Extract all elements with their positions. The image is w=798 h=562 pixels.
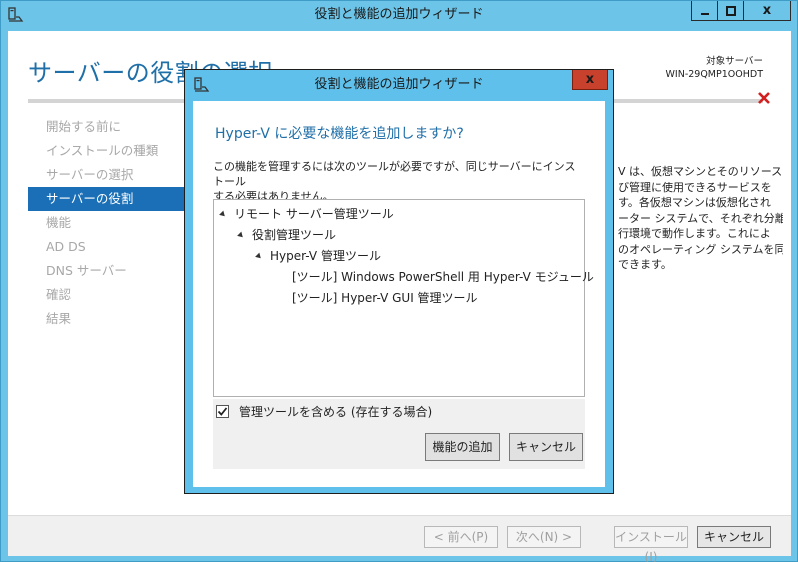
cancel-button[interactable]: キャンセル bbox=[697, 526, 771, 548]
step-results[interactable]: 結果 bbox=[28, 307, 188, 331]
tree-node[interactable]: Hyper-V 管理ツール bbox=[255, 246, 381, 266]
dialog-title: 役割と機能の追加ウィザード bbox=[314, 77, 484, 92]
wizard-footer: < 前へ(P) 次へ(N) > インストール(I) キャンセル bbox=[8, 515, 791, 562]
minimize-icon bbox=[700, 12, 709, 15]
server-manager-icon bbox=[194, 77, 210, 92]
target-server: 対象サーバー WIN-29QMP1OOHDT bbox=[666, 55, 763, 81]
prev-button[interactable]: < 前へ(P) bbox=[424, 526, 498, 548]
step-features[interactable]: 機能 bbox=[28, 211, 188, 235]
step-confirmation[interactable]: 確認 bbox=[28, 283, 188, 307]
window-titlebar[interactable]: 役割と機能の追加ウィザード bbox=[1, 1, 797, 31]
step-dns-server[interactable]: DNS サーバー bbox=[28, 259, 188, 283]
dialog-close-button[interactable]: x bbox=[572, 70, 608, 90]
window-title: 役割と機能の追加ウィザード bbox=[314, 7, 484, 22]
close-icon: x bbox=[762, 3, 772, 18]
minimize-button[interactable] bbox=[691, 1, 718, 21]
step-server-selection[interactable]: サーバーの選択 bbox=[28, 163, 188, 187]
expand-triangle-icon[interactable] bbox=[237, 231, 245, 239]
target-server-name: WIN-29QMP1OOHDT bbox=[665, 69, 763, 80]
include-tools-option[interactable]: 管理ツールを含める (存在する場合) bbox=[213, 399, 432, 423]
dialog-heading: Hyper-V に必要な機能を追加しますか? bbox=[215, 126, 464, 142]
dialog-content: Hyper-V に必要な機能を追加しますか? この機能を管理するには次のツールが… bbox=[193, 101, 605, 487]
include-tools-label: 管理ツールを含める (存在する場合) bbox=[239, 404, 433, 419]
tree-node[interactable]: [ツール] Hyper-V GUI 管理ツール bbox=[292, 288, 478, 308]
wizard-steps: 開始する前に インストールの種類 サーバーの選択 サーバーの役割 機能 AD D… bbox=[28, 115, 188, 331]
close-icon: x bbox=[585, 71, 595, 87]
step-ad-ds[interactable]: AD DS bbox=[28, 235, 188, 259]
maximize-button[interactable] bbox=[717, 1, 744, 21]
checkmark-icon bbox=[217, 406, 228, 416]
add-features-button[interactable]: 機能の追加 bbox=[425, 433, 500, 461]
tree-node[interactable]: [ツール] Windows PowerShell 用 Hyper-V モジュール bbox=[292, 267, 594, 287]
tree-node[interactable]: リモート サーバー管理ツール bbox=[219, 204, 394, 224]
close-button[interactable]: x bbox=[743, 1, 791, 21]
expand-triangle-icon[interactable] bbox=[219, 210, 227, 218]
step-before-you-begin[interactable]: 開始する前に bbox=[28, 115, 188, 139]
dialog-cancel-button[interactable]: キャンセル bbox=[509, 433, 583, 461]
dialog-actions: 管理ツールを含める (存在する場合) 機能の追加 キャンセル bbox=[213, 399, 585, 469]
feature-tree[interactable]: リモート サーバー管理ツール 役割管理ツール Hyper-V 管理ツール [ツー… bbox=[213, 199, 594, 397]
error-x-icon[interactable] bbox=[755, 89, 773, 107]
tree-node[interactable]: 役割管理ツール bbox=[237, 225, 336, 245]
next-button[interactable]: 次へ(N) > bbox=[507, 526, 581, 548]
step-server-roles[interactable]: サーバーの役割 bbox=[28, 187, 188, 211]
dialog-titlebar[interactable]: 役割と機能の追加ウィザード bbox=[185, 70, 613, 100]
server-manager-icon bbox=[8, 7, 24, 22]
maximize-icon bbox=[725, 5, 736, 16]
target-server-label: 対象サーバー bbox=[706, 56, 763, 67]
window-controls: x bbox=[691, 1, 791, 21]
install-button[interactable]: インストール(I) bbox=[614, 526, 688, 562]
step-installation-type[interactable]: インストールの種類 bbox=[28, 139, 188, 163]
add-features-dialog: 役割と機能の追加ウィザード x Hyper-V に必要な機能を追加しますか? こ… bbox=[184, 69, 614, 494]
dialog-message: この機能を管理するには次のツールが必要ですが、同じサーバーにインストール する必… bbox=[213, 160, 576, 203]
include-tools-checkbox[interactable] bbox=[216, 404, 229, 418]
expand-triangle-icon[interactable] bbox=[255, 252, 263, 260]
role-description: V は、仮想マシンとそのリソースの び管理に使用できるサービスを す。各仮想マシ… bbox=[618, 165, 783, 271]
